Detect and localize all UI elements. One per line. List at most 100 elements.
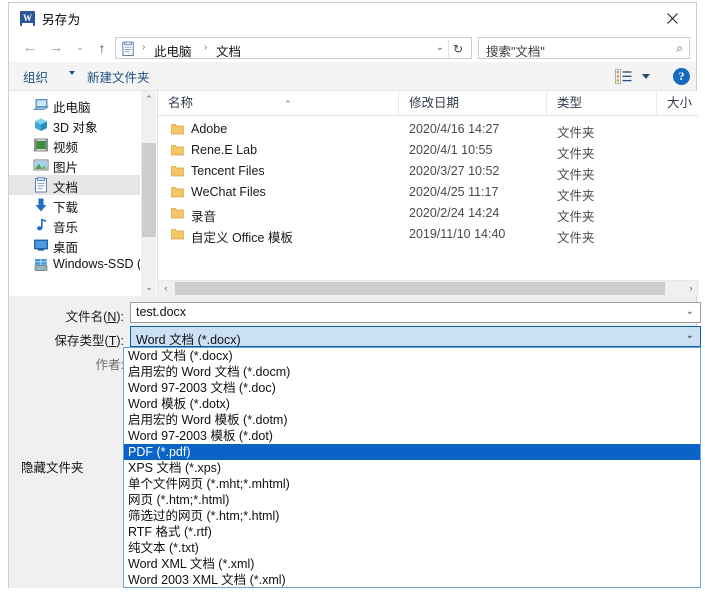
- filename-value: test.docx: [136, 305, 187, 319]
- folder-icon: [171, 187, 184, 198]
- scroll-up-icon[interactable]: ⌃: [141, 91, 157, 108]
- address-bar[interactable]: › 此电脑 › 文档 ⌄ ↻: [115, 37, 472, 59]
- search-input[interactable]: 搜索"文档" ⌕: [478, 37, 690, 59]
- downloads-icon: [35, 198, 47, 212]
- dropdown-option[interactable]: XPS 文档 (*.xps): [124, 460, 700, 476]
- organize-button[interactable]: 组织: [23, 67, 48, 86]
- filelist-horizontal-scrollbar[interactable]: ‹ ›: [158, 280, 699, 296]
- sidebar-item-music[interactable]: 音乐: [9, 215, 140, 235]
- sidebar-item-desktop[interactable]: 桌面: [9, 235, 140, 255]
- recent-locations-button[interactable]: ⌄: [69, 37, 91, 59]
- window-title: 另存为: [42, 13, 81, 27]
- folder-icon: [171, 229, 184, 240]
- dropdown-option[interactable]: Word 97-2003 模板 (*.dot): [124, 428, 700, 444]
- close-button[interactable]: [650, 3, 696, 33]
- table-row[interactable]: Rene.E Lab 2020/4/1 10:55 文件夹: [158, 140, 698, 161]
- scroll-right-icon[interactable]: ›: [683, 281, 699, 296]
- sidebar-item-pictures[interactable]: 图片: [9, 155, 140, 175]
- filetype-label: 保存类型(T):: [29, 330, 124, 349]
- dropdown-option-selected[interactable]: PDF (*.pdf): [124, 444, 700, 460]
- table-row[interactable]: WeChat Files 2020/4/25 11:17 文件夹: [158, 182, 698, 203]
- dropdown-option[interactable]: Word 文档 (*.docx): [124, 348, 700, 364]
- dropdown-option[interactable]: Word 2003 XML 文档 (*.xml): [124, 572, 700, 587]
- chevron-down-icon[interactable]: ⌄: [686, 306, 694, 317]
- file-type: 文件夹: [557, 168, 595, 182]
- navpane-scrollbar[interactable]: ⌃ ⌄: [140, 91, 156, 296]
- dropdown-option[interactable]: 启用宏的 Word 文档 (*.docm): [124, 364, 700, 380]
- sidebar-item-label: 图片: [53, 161, 79, 175]
- chevron-down-icon[interactable]: [642, 74, 650, 79]
- dropdown-option[interactable]: 纯文本 (*.txt): [124, 540, 700, 556]
- dropdown-option[interactable]: Word 模板 (*.dotx): [124, 396, 700, 412]
- this-pc-icon: [33, 99, 49, 110]
- sidebar-item-label: 文档: [53, 181, 79, 195]
- dropdown-option[interactable]: 启用宏的 Word 模板 (*.dotm): [124, 412, 700, 428]
- column-header-type[interactable]: 类型: [547, 91, 657, 116]
- table-row[interactable]: 录音 2020/2/24 14:24 文件夹: [158, 203, 698, 224]
- sidebar-item-label: 音乐: [53, 221, 79, 235]
- dropdown-option[interactable]: Word 97-2003 文档 (*.doc): [124, 380, 700, 396]
- filename-label-post: ):: [116, 310, 124, 324]
- breadcrumb-documents[interactable]: 文档: [216, 41, 241, 60]
- title-bar: W 另存为: [9, 3, 696, 33]
- scrollbar-thumb[interactable]: [142, 143, 156, 237]
- file-name: 录音: [191, 210, 217, 224]
- sidebar-item-documents[interactable]: 文档: [9, 175, 140, 195]
- filename-accesskey: N: [107, 310, 117, 324]
- file-type: 文件夹: [557, 231, 595, 245]
- search-placeholder: 搜索"文档": [486, 45, 545, 59]
- file-date: 2020/4/1 10:55: [409, 143, 493, 157]
- sidebar-item-this-pc[interactable]: 此电脑: [9, 95, 140, 115]
- column-header-size[interactable]: 大小: [657, 91, 699, 116]
- file-type: 文件夹: [557, 126, 595, 140]
- forward-button[interactable]: →: [45, 37, 67, 59]
- up-button[interactable]: ↑: [91, 37, 113, 59]
- browser-body: 此电脑 3D 对象 视频 图片 文档 下载 音乐 桌面 Windows-SSD …: [9, 91, 699, 296]
- chevron-down-icon[interactable]: ⌄: [686, 330, 694, 341]
- breadcrumb-separator: ›: [142, 42, 146, 53]
- breadcrumb-this-pc[interactable]: 此电脑: [154, 41, 192, 60]
- chevron-down-icon[interactable]: [69, 71, 75, 75]
- filename-input[interactable]: test.docx ⌄: [130, 302, 701, 323]
- chevron-down-icon[interactable]: ⌄: [436, 42, 444, 53]
- folder-icon: [171, 124, 184, 135]
- file-type: 文件夹: [557, 147, 595, 161]
- help-button[interactable]: ?: [673, 68, 690, 85]
- view-list-icon[interactable]: [615, 69, 632, 84]
- file-type: 文件夹: [557, 189, 595, 203]
- scroll-left-icon[interactable]: ‹: [158, 281, 174, 296]
- column-header-name[interactable]: 名称 ⌃: [158, 91, 399, 116]
- author-label: 作者:: [95, 358, 124, 372]
- table-row[interactable]: Tencent Files 2020/3/27 10:52 文件夹: [158, 161, 698, 182]
- file-name: Tencent Files: [191, 164, 265, 178]
- table-row[interactable]: Adobe 2020/4/16 14:27 文件夹: [158, 119, 698, 140]
- dropdown-option[interactable]: RTF 格式 (*.rtf): [124, 524, 700, 540]
- refresh-icon[interactable]: ↻: [448, 40, 467, 58]
- sidebar-item-3d-objects[interactable]: 3D 对象: [9, 115, 140, 135]
- dropdown-option[interactable]: Word XML 文档 (*.xml): [124, 556, 700, 572]
- drive-icon: [34, 259, 48, 271]
- filetype-select[interactable]: Word 文档 (*.docx) ⌄: [130, 326, 701, 347]
- back-button[interactable]: ←: [19, 37, 41, 59]
- scrollbar-thumb[interactable]: [175, 282, 665, 295]
- folder-icon: [171, 145, 184, 156]
- new-folder-button[interactable]: 新建文件夹: [87, 67, 150, 86]
- column-header-date[interactable]: 修改日期: [399, 91, 547, 116]
- hide-folders-button[interactable]: 隐藏文件夹: [21, 457, 84, 476]
- filetype-dropdown-list[interactable]: Word 文档 (*.docx) 启用宏的 Word 文档 (*.docm) W…: [123, 347, 701, 588]
- search-icon: ⌕: [676, 41, 683, 55]
- dropdown-option[interactable]: 筛选过的网页 (*.htm;*.html): [124, 508, 700, 524]
- folder-icon: [171, 166, 184, 177]
- sidebar-item-videos[interactable]: 视频: [9, 135, 140, 155]
- videos-icon: [34, 138, 48, 152]
- dropdown-option[interactable]: 网页 (*.htm;*.html): [124, 492, 700, 508]
- sidebar-item-label: 3D 对象: [53, 121, 98, 135]
- sidebar-item-label: Windows-SSD (: [53, 257, 140, 271]
- folder-icon: [171, 208, 184, 219]
- sidebar-item-windows-ssd[interactable]: Windows-SSD (: [9, 255, 140, 275]
- scroll-down-icon[interactable]: ⌄: [141, 279, 157, 296]
- sidebar-item-downloads[interactable]: 下载: [9, 195, 140, 215]
- table-row[interactable]: 自定义 Office 模板 2019/11/10 14:40 文件夹: [158, 224, 698, 245]
- dropdown-option[interactable]: 单个文件网页 (*.mht;*.mhtml): [124, 476, 700, 492]
- pictures-icon: [33, 159, 49, 171]
